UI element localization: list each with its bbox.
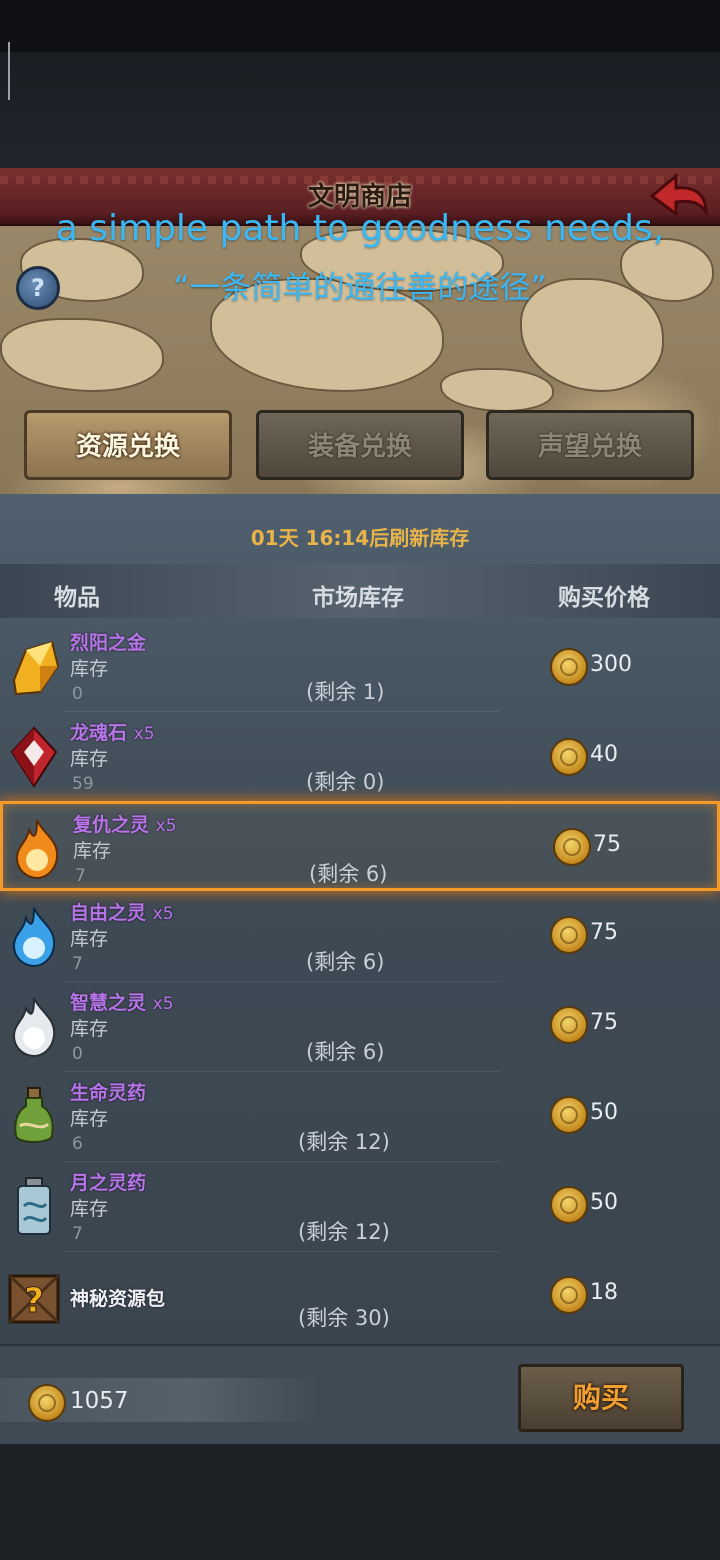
map-island (0, 318, 164, 392)
remaining-stock: (剩余 6) (306, 1040, 385, 1064)
stock-value: 0 (72, 684, 83, 704)
remaining-stock: (剩余 1) (306, 680, 385, 704)
shop-header: 文明商店 ? a simple path to goodness needs, … (0, 168, 720, 494)
orange-flame-icon (15, 819, 59, 880)
remaining-stock: (剩余 12) (298, 1130, 390, 1154)
column-header-price: 购买价格 (558, 585, 650, 611)
stock-label: 库存 (70, 1198, 109, 1220)
stock-value: 7 (75, 866, 86, 886)
price-value: 75 (593, 832, 621, 857)
svg-text:?: ? (24, 1281, 44, 1321)
stock-label: 库存 (70, 658, 109, 680)
item-name: 复仇之灵 x5 (73, 814, 177, 836)
stock-value: 7 (72, 1224, 83, 1244)
coin-balance: 1057 (70, 1388, 129, 1414)
stock-value: 7 (72, 954, 83, 974)
price-value: 50 (590, 1190, 618, 1215)
item-name: 神秘资源包 (70, 1288, 166, 1310)
column-header-item: 物品 (54, 585, 100, 611)
mystery-crate-icon: ? (8, 1274, 60, 1324)
subtitle-chinese: “一条简单的通往善的途径” (173, 270, 547, 306)
remaining-stock: (剩余 6) (309, 862, 388, 886)
coin-icon (550, 1276, 588, 1314)
tab-resource-exchange[interactable]: 资源兑换 (24, 410, 232, 480)
remaining-stock: (剩余 30) (298, 1306, 390, 1330)
red-gem-icon (10, 726, 58, 788)
stock-label: 库存 (70, 1018, 109, 1040)
column-header-stock: 市场库存 (312, 585, 404, 611)
list-item[interactable]: 自由之灵 x5 库存 7 (剩余 6) 75 (0, 892, 720, 982)
stock-value: 59 (72, 774, 94, 794)
golden-crystal-icon (12, 640, 60, 696)
list-item[interactable]: ? 神秘资源包 (剩余 30) 18 (0, 1252, 720, 1342)
status-indicator (8, 42, 10, 100)
list-item[interactable]: 智慧之灵 x5 库存 0 (剩余 6) 75 (0, 982, 720, 1072)
moon-potion-icon (17, 1177, 51, 1235)
white-flame-icon (12, 997, 56, 1058)
stock-label: 库存 (70, 928, 109, 950)
remaining-stock: (剩余 12) (298, 1220, 390, 1244)
coin-icon (550, 1006, 588, 1044)
coin-icon (550, 916, 588, 954)
item-name: 月之灵药 (70, 1172, 147, 1194)
blue-flame-icon (12, 907, 56, 968)
stock-value: 6 (72, 1134, 83, 1154)
coin-icon (28, 1384, 66, 1422)
top-bar-background (0, 0, 720, 168)
stock-label: 库存 (73, 840, 112, 862)
list-item[interactable]: 月之灵药 库存 7 (剩余 12) 50 (0, 1162, 720, 1252)
stock-label: 库存 (70, 1108, 109, 1130)
coin-icon (550, 738, 588, 776)
price-value: 40 (590, 742, 618, 767)
refresh-timer: 01天 16:14后刷新库存 (250, 526, 470, 550)
bottom-background (0, 1444, 720, 1560)
buy-button[interactable]: 购买 (518, 1364, 684, 1432)
map-island (440, 368, 554, 412)
life-potion-icon (14, 1087, 54, 1143)
stock-label: 库存 (70, 748, 109, 770)
stock-value: 0 (72, 1044, 83, 1064)
list-item[interactable]: 龙魂石 x5 库存 59 (剩余 0) 40 (0, 712, 720, 802)
tab-reputation-exchange[interactable]: 声望兑换 (486, 410, 694, 480)
item-name: 龙魂石 x5 (70, 722, 155, 744)
coin-icon (550, 1096, 588, 1134)
coin-icon (550, 1186, 588, 1224)
item-name: 烈阳之金 (70, 632, 147, 654)
tab-equipment-exchange[interactable]: 装备兑换 (256, 410, 464, 480)
item-name: 智慧之灵 x5 (70, 992, 174, 1014)
subtitle-english: a simple path to goodness needs, (55, 208, 665, 249)
table-header: 物品 市场库存 购买价格 (0, 564, 720, 618)
list-item-selected[interactable]: 复仇之灵 x5 库存 7 (剩余 6) 75 (0, 801, 720, 891)
price-value: 18 (590, 1280, 618, 1305)
list-item[interactable]: 生命灵药 库存 6 (剩余 12) 50 (0, 1072, 720, 1162)
price-value: 300 (590, 652, 632, 677)
remaining-stock: (剩余 6) (306, 950, 385, 974)
coin-icon (553, 828, 591, 866)
item-name: 自由之灵 x5 (70, 902, 174, 924)
item-name: 生命灵药 (70, 1082, 147, 1104)
list-item[interactable]: 烈阳之金 库存 0 (剩余 1) 300 (0, 622, 720, 712)
remaining-stock: (剩余 0) (306, 770, 385, 794)
coin-icon (550, 648, 588, 686)
price-value: 50 (590, 1100, 618, 1125)
price-value: 75 (590, 920, 618, 945)
price-value: 75 (590, 1010, 618, 1035)
